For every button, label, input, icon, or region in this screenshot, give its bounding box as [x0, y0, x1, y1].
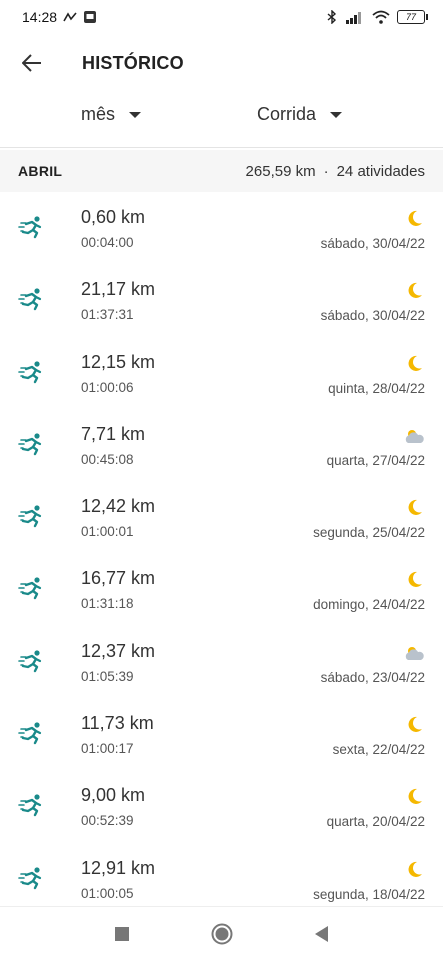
month-label: ABRIL — [18, 163, 63, 179]
system-nav-bar — [0, 906, 443, 961]
period-dropdown[interactable]: mês — [81, 104, 142, 125]
activity-duration: 00:45:08 — [81, 451, 134, 467]
activity-row[interactable]: 12,91 km 01:00:05 segunda, 18/04/22 — [0, 843, 443, 915]
chevron-down-icon — [330, 111, 343, 118]
activity-row[interactable]: 11,73 km 01:00:17 sexta, 22/04/22 — [0, 698, 443, 770]
activity-row[interactable]: 21,17 km 01:37:31 sábado, 30/04/22 — [0, 264, 443, 336]
activity-distance: 12,37 km — [81, 640, 156, 661]
status-right: 77 — [326, 10, 428, 24]
status-time: 14:28 — [22, 9, 58, 25]
filter-bar: mês Corrida — [0, 92, 443, 148]
notification-icon — [63, 12, 77, 22]
running-icon — [18, 431, 46, 459]
activity-count: 24 atividades — [336, 162, 425, 180]
activity-duration: 01:05:39 — [81, 668, 134, 684]
triangle-back-icon — [314, 926, 328, 942]
circle-icon — [211, 923, 232, 945]
total-distance: 265,59 km — [245, 162, 316, 180]
activity-date: sábado, 30/04/22 — [320, 236, 425, 251]
moon-icon — [403, 571, 425, 589]
activity-distance: 12,15 km — [81, 351, 156, 372]
activity-duration: 01:00:05 — [81, 885, 134, 901]
activity-date: quarta, 20/04/22 — [326, 814, 425, 830]
moon-icon — [403, 355, 425, 373]
moon-icon — [403, 210, 425, 228]
moon-icon — [403, 716, 425, 734]
recents-button[interactable] — [107, 919, 137, 949]
activity-date: segunda, 18/04/22 — [313, 886, 425, 902]
activity-duration: 01:37:31 — [81, 307, 134, 323]
totals-separator: · — [323, 162, 329, 180]
activity-row[interactable]: 16,77 km 01:31:18 domingo, 24/04/22 — [0, 553, 443, 625]
activity-date: quinta, 28/04/22 — [328, 380, 425, 396]
activity-date: sexta, 22/04/22 — [332, 742, 425, 758]
activity-list: 0,60 km 00:04:00 sábado, 30/04/22 21,17 … — [0, 192, 443, 915]
activity-distance: 12,42 km — [81, 496, 156, 517]
activity-type-dropdown[interactable]: Corrida — [257, 104, 343, 125]
running-icon — [18, 792, 46, 820]
activity-duration: 01:00:06 — [81, 379, 134, 395]
running-icon — [18, 720, 46, 748]
bluetooth-icon — [327, 10, 337, 24]
activity-duration: 01:31:18 — [81, 596, 134, 612]
month-totals: 265,59 km · 24 atividades — [246, 163, 425, 180]
battery-icon: 77 — [397, 10, 428, 24]
app-bar: HISTÓRICO — [0, 34, 443, 92]
activity-row[interactable]: 12,37 km 01:05:39 sábado, 23/04/22 — [0, 626, 443, 698]
activity-distance: 21,17 km — [81, 279, 156, 300]
moon-icon — [403, 861, 425, 879]
running-icon — [18, 648, 46, 676]
activity-duration: 00:04:00 — [81, 235, 134, 250]
activity-distance: 9,00 km — [81, 785, 146, 806]
period-value: mês — [81, 104, 116, 124]
running-icon — [18, 575, 46, 603]
back-nav-button[interactable] — [307, 919, 337, 949]
running-icon — [18, 286, 46, 314]
wifi-icon — [372, 10, 390, 24]
activity-distance: 16,77 km — [81, 568, 156, 589]
month-summary: ABRIL 265,59 km · 24 atividades — [0, 150, 443, 192]
activity-distance: 7,71 km — [81, 423, 146, 444]
activity-distance: 0,60 km — [81, 207, 146, 227]
partly-cloudy-icon — [403, 427, 425, 445]
running-icon — [18, 503, 46, 531]
activity-duration: 00:52:39 — [81, 813, 134, 829]
activity-duration: 01:00:17 — [81, 741, 134, 757]
running-icon — [18, 214, 46, 242]
activity-row[interactable]: 9,00 km 00:52:39 quarta, 20/04/22 — [0, 770, 443, 842]
moon-icon — [403, 282, 425, 300]
signal-icon — [346, 12, 361, 24]
moon-icon — [403, 788, 425, 806]
back-arrow-icon — [22, 54, 41, 72]
back-button[interactable] — [12, 43, 52, 83]
app-notification-icon — [84, 11, 97, 23]
activity-duration: 01:00:01 — [81, 524, 134, 540]
page-title: HISTÓRICO — [82, 52, 184, 73]
chevron-down-icon — [129, 111, 142, 118]
activity-row[interactable]: 0,60 km 00:04:00 sábado, 30/04/22 — [0, 192, 443, 264]
square-icon — [114, 927, 129, 941]
running-icon — [18, 865, 46, 893]
activity-date: sábado, 30/04/22 — [320, 308, 425, 324]
activity-date: sábado, 23/04/22 — [320, 669, 425, 685]
moon-icon — [403, 499, 425, 517]
activity-date: domingo, 24/04/22 — [313, 597, 425, 613]
activity-type-value: Corrida — [257, 104, 317, 124]
activity-date: quarta, 27/04/22 — [326, 452, 425, 468]
activity-row[interactable]: 7,71 km 00:45:08 quarta, 27/04/22 — [0, 409, 443, 481]
status-left: 14:28 — [22, 9, 97, 25]
activity-row[interactable]: 12,42 km 01:00:01 segunda, 25/04/22 — [0, 481, 443, 553]
activity-date: segunda, 25/04/22 — [313, 525, 425, 541]
activity-distance: 11,73 km — [81, 713, 154, 734]
running-icon — [18, 359, 46, 387]
home-button[interactable] — [207, 919, 237, 949]
status-bar: 14:28 77 — [0, 0, 443, 34]
activity-row[interactable]: 12,15 km 01:00:06 quinta, 28/04/22 — [0, 337, 443, 409]
activity-distance: 12,91 km — [81, 857, 156, 878]
partly-cloudy-icon — [403, 644, 425, 662]
